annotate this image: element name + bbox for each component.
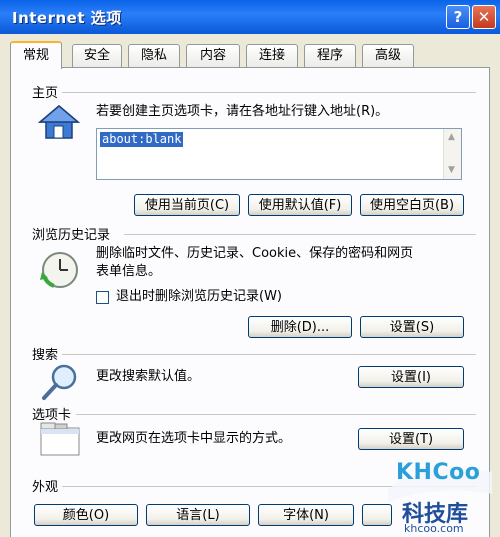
tab-programs[interactable]: 程序 [304, 44, 356, 67]
use-default-button[interactable]: 使用默认值(F) [248, 194, 352, 216]
watermark: KHCoo 科技库 khcoo.com [380, 450, 500, 536]
history-divider [124, 234, 476, 235]
history-clock-icon [40, 252, 78, 288]
magnifier-icon [42, 364, 77, 400]
delete-on-exit-label[interactable]: 退出时删除浏览历史记录(W) [116, 287, 282, 306]
title-bar[interactable]: Internet 选项 ? ✕ [0, 0, 500, 34]
colors-button[interactable]: 颜色(O) [34, 504, 138, 526]
history-settings-button[interactable]: 设置(S) [360, 316, 464, 338]
scroll-down-icon[interactable]: ▼ [448, 165, 455, 175]
delete-on-exit-checkbox[interactable] [96, 291, 109, 304]
tabs-section-divider [76, 414, 476, 415]
homepage-heading: 主页 [32, 86, 59, 101]
tabs-section-description: 更改网页在选项卡中显示的方式。 [96, 431, 292, 446]
window-title: Internet 选项 [12, 9, 122, 27]
use-blank-button[interactable]: 使用空白页(B) [360, 194, 464, 216]
languages-button[interactable]: 语言(L) [146, 504, 250, 526]
tab-advanced[interactable]: 高级 [362, 44, 414, 67]
tab-security[interactable]: 安全 [72, 44, 122, 67]
search-divider [62, 354, 476, 355]
search-heading: 搜索 [32, 348, 59, 363]
tabs-settings-button[interactable]: 设置(T) [358, 428, 464, 450]
homepage-divider [62, 92, 476, 93]
address-scrollbar[interactable]: ▲ ▼ [443, 129, 461, 179]
appearance-heading: 外观 [32, 480, 59, 495]
close-button[interactable]: ✕ [472, 5, 496, 29]
tab-content[interactable]: 内容 [186, 44, 240, 67]
delete-history-button[interactable]: 删除(D)... [248, 316, 352, 338]
search-settings-button[interactable]: 设置(I) [358, 366, 464, 388]
tabbed-window-icon [40, 422, 80, 456]
homepage-address-value: about:blank [100, 132, 184, 147]
tabs-section-heading: 选项卡 [32, 408, 72, 423]
watermark-url: khcoo.com [404, 522, 464, 535]
history-heading: 浏览历史记录 [32, 228, 111, 243]
search-description: 更改搜索默认值。 [96, 369, 201, 384]
homepage-address-input[interactable]: about:blank ▲ ▼ [96, 128, 462, 180]
house-icon [38, 105, 80, 139]
tab-general[interactable]: 常规 [10, 41, 62, 69]
history-description-line2: 表单信息。 [96, 264, 162, 279]
history-description-line1: 删除临时文件、历史记录、Cookie、保存的密码和网页 [96, 246, 414, 261]
scroll-up-icon[interactable]: ▲ [448, 132, 455, 142]
watermark-logo: KHCoo [396, 460, 481, 485]
fonts-button[interactable]: 字体(N) [258, 504, 354, 526]
homepage-instruction: 若要创建主页选项卡，请在各地址行键入地址(R)。 [96, 104, 389, 119]
help-button[interactable]: ? [446, 5, 470, 29]
use-current-button[interactable]: 使用当前页(C) [134, 194, 240, 216]
tab-privacy[interactable]: 隐私 [128, 44, 180, 67]
tab-connections[interactable]: 连接 [246, 44, 298, 67]
